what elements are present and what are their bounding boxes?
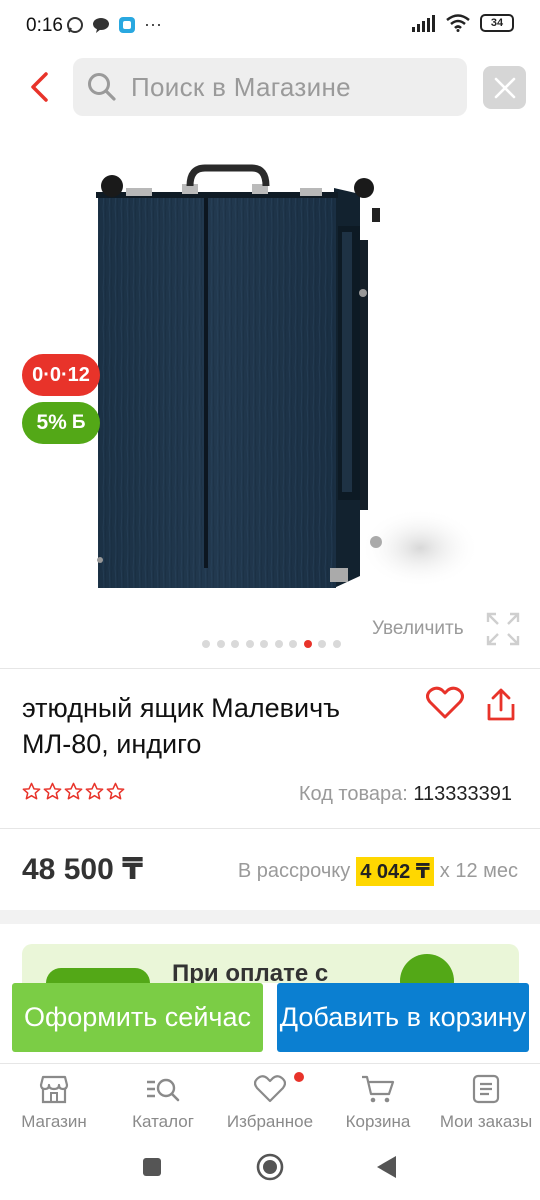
search-icon — [88, 73, 116, 101]
nav-item-favorites[interactable]: Избранное — [215, 1072, 325, 1132]
search-header: Поиск в Магазине — [0, 58, 540, 118]
star-icon — [22, 782, 41, 800]
section-separator — [0, 910, 540, 924]
recent-apps-icon[interactable] — [142, 1157, 162, 1177]
divider — [0, 668, 540, 669]
whatsapp-icon — [67, 16, 83, 33]
star-icon — [64, 782, 83, 800]
heart-icon — [426, 686, 464, 719]
pagination-dot[interactable] — [216, 640, 225, 648]
star-icon — [85, 782, 104, 800]
status-bar: 0:16 ··· 34 — [0, 0, 540, 52]
close-icon — [494, 77, 515, 98]
pagination-dot[interactable] — [289, 640, 297, 648]
home-icon[interactable] — [256, 1153, 284, 1181]
pagination-dot[interactable] — [274, 640, 283, 648]
expand-icon[interactable] — [486, 612, 520, 646]
nav-item-catalog[interactable]: Каталог — [108, 1074, 218, 1132]
battery-icon: 34 — [480, 14, 514, 32]
favorite-button[interactable] — [426, 686, 464, 725]
promo-coin-icon — [400, 954, 454, 984]
app-icon — [119, 16, 135, 33]
nav-label: Каталог — [132, 1112, 194, 1131]
wifi-icon — [446, 14, 470, 32]
installment-badge: 0·0·12 — [22, 354, 100, 396]
gallery-pagination — [202, 640, 341, 648]
nav-label: Избранное — [226, 1112, 314, 1131]
nav-item-shop[interactable]: Магазин — [0, 1074, 109, 1132]
pagination-dot[interactable] — [231, 640, 239, 648]
installment-term: x 12 мес — [439, 860, 518, 882]
notification-icons: ··· — [66, 14, 162, 35]
promo-pill — [46, 968, 150, 984]
sku-value: 113333391 — [413, 783, 512, 805]
nav-label: Корзина — [345, 1112, 411, 1131]
pagination-dot[interactable] — [303, 640, 312, 648]
orders-icon — [472, 1074, 500, 1104]
nav-item-cart[interactable]: Корзина — [323, 1074, 433, 1132]
share-icon — [487, 688, 515, 721]
installment-label: В рассрочку — [237, 860, 351, 882]
status-time: 0:16 — [26, 15, 63, 36]
cart-icon — [362, 1075, 395, 1103]
pagination-dot[interactable] — [260, 640, 268, 648]
product-price: 48 500 ₸ — [22, 853, 143, 886]
star-icon — [43, 782, 62, 800]
chat-icon — [93, 17, 109, 33]
shop-icon — [39, 1075, 69, 1104]
installment-amount: 4 042 ₸ — [356, 857, 434, 886]
rating-stars[interactable] — [22, 782, 125, 801]
divider — [0, 828, 540, 829]
promo-banner[interactable]: При оплате с — [22, 944, 519, 984]
share-button[interactable] — [485, 688, 517, 727]
installment-info[interactable]: В рассрочку 4 042 ₸ x 12 мес — [238, 857, 518, 886]
action-buttons: Оформить сейчас Добавить в корзину — [0, 983, 540, 1063]
pagination-dot[interactable] — [202, 640, 210, 648]
add-to-cart-button[interactable]: Добавить в корзину — [277, 983, 529, 1052]
clear-search-button[interactable] — [483, 66, 526, 109]
nav-label: Мои заказы — [439, 1112, 533, 1131]
search-placeholder: Поиск в Магазине — [131, 71, 351, 102]
more-notifications-icon: ··· — [144, 14, 162, 34]
signal-icon — [412, 15, 435, 32]
chevron-left-icon — [31, 72, 48, 102]
system-navigation — [0, 1143, 540, 1200]
back-button[interactable] — [18, 66, 60, 108]
pagination-dot[interactable] — [332, 640, 341, 648]
nav-item-orders[interactable]: Мои заказы — [431, 1074, 540, 1132]
bottom-navigation: Магазин Каталог Избранное Корзина Мои за… — [0, 1063, 540, 1143]
catalog-search-icon — [147, 1078, 180, 1102]
pagination-dot[interactable] — [245, 640, 254, 648]
pagination-dot[interactable] — [318, 640, 326, 648]
nav-label: Магазин — [21, 1112, 87, 1131]
search-input[interactable]: Поиск в Магазине — [73, 58, 467, 116]
notification-dot — [294, 1072, 304, 1082]
bonus-badge: 5% Б — [22, 402, 100, 444]
sku: Код товара: 113333391 — [299, 783, 512, 806]
battery-level: 34 — [490, 17, 504, 29]
system-status-icons: 34 — [412, 14, 514, 32]
sku-label: Код товара: — [298, 783, 408, 805]
buy-now-button[interactable]: Оформить сейчас — [12, 983, 263, 1052]
back-nav-icon[interactable] — [376, 1155, 398, 1179]
product-gallery[interactable]: 0·0·12 5% Б Увеличить — [0, 128, 540, 658]
product-title: этюдный ящик Малевичъ МЛ-80, индиго — [22, 693, 341, 759]
zoom-label[interactable]: Увеличить — [372, 618, 464, 640]
bonus-suffix: Б — [71, 412, 86, 433]
star-icon — [106, 782, 125, 800]
promo-text: При оплате с — [172, 960, 329, 984]
heart-icon — [254, 1075, 286, 1103]
bonus-percent: 5% — [36, 411, 67, 434]
